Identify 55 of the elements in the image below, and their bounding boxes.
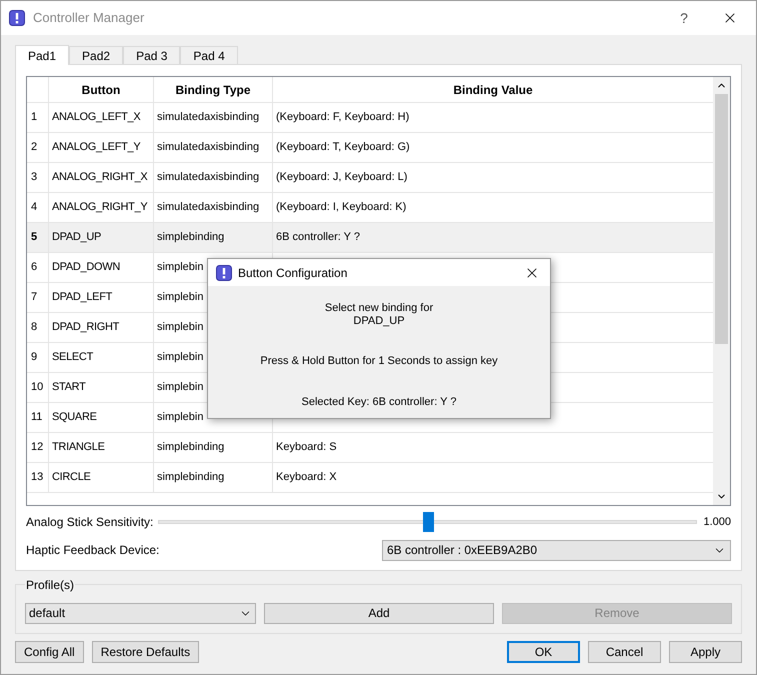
table-cell-text: ANALOG_RIGHT_Y xyxy=(52,200,148,216)
table-cell-text: ANALOG_LEFT_Y xyxy=(52,140,140,156)
table-cell-text: simulatedaxisbinding xyxy=(157,110,260,126)
row-number: 6 xyxy=(30,260,38,276)
table-cell-text: simplebinding xyxy=(157,230,224,246)
table-cell-text: 6B controller: Y ? xyxy=(276,230,360,246)
prompt-text: Select new binding for xyxy=(324,302,434,315)
instruction-text: Press & Hold Button for 1 Seconds to assign key xyxy=(260,354,498,369)
table-cell-text: (Keyboard: J, Keyboard: L) xyxy=(276,170,408,186)
row-number: 11 xyxy=(30,410,44,426)
table-cell-text: simulatedaxisbinding xyxy=(157,170,260,186)
row-number: 7 xyxy=(30,290,38,306)
dialog-title: Button Configuration xyxy=(238,264,348,282)
table-cell-text: Keyboard: S xyxy=(276,440,337,456)
table-cell-text: (Keyboard: F, Keyboard: H) xyxy=(276,110,410,126)
row-number: 12 xyxy=(30,440,44,456)
table-cell-text: DPAD_DOWN xyxy=(52,260,120,276)
table-cell-text: simplebin xyxy=(157,260,204,276)
row-number: 1 xyxy=(30,110,38,126)
row-number: 2 xyxy=(30,140,38,156)
table-cell-text: simplebin xyxy=(157,320,204,336)
table-cell-text: START xyxy=(52,380,86,396)
table-cell-text: (Keyboard: I, Keyboard: K) xyxy=(276,200,406,216)
table-cell-text: simplebin xyxy=(157,380,204,396)
haptic-label: Haptic Feedback Device: xyxy=(26,542,160,559)
row-number: 3 xyxy=(30,170,38,186)
table-cell-text: simplebin xyxy=(157,350,204,366)
table-cell-text: simplebinding xyxy=(157,470,224,486)
row-number: 5 xyxy=(30,230,38,246)
table-cell-text: SQUARE xyxy=(52,410,97,426)
sensitivity-value: 1.000 xyxy=(702,514,731,530)
row-number: 8 xyxy=(30,320,38,336)
table-cell-text: simplebin xyxy=(157,290,204,306)
table-cell-text: TRIANGLE xyxy=(52,440,105,456)
table-cell-text: ANALOG_LEFT_X xyxy=(52,110,140,126)
table-cell-text: DPAD_UP xyxy=(52,230,102,246)
sensitivity-label: Analog Stick Sensitivity: xyxy=(26,514,154,531)
table-cell-text: DPAD_RIGHT xyxy=(52,320,120,336)
row-number: 4 xyxy=(30,200,38,216)
table-cell-text: simulatedaxisbinding xyxy=(157,140,260,156)
table-cell-text: simplebinding xyxy=(157,440,224,456)
table-cell-text: ANALOG_RIGHT_X xyxy=(52,170,148,186)
row-number: 9 xyxy=(30,350,38,366)
table-cell-text: SELECT xyxy=(52,350,93,366)
table-cell-text: CIRCLE xyxy=(52,470,91,486)
table-cell-text: simulatedaxisbinding xyxy=(157,200,260,216)
window-title: Controller Manager xyxy=(33,9,144,28)
table-cell-text: Keyboard: X xyxy=(276,470,337,486)
table-cell-text: DPAD_LEFT xyxy=(52,290,112,306)
prompt-text: DPAD_UP xyxy=(353,315,405,328)
selected-key-text: Selected Key: 6B controller: Y ? xyxy=(302,394,456,410)
table-cell-text: (Keyboard: T, Keyboard: G) xyxy=(276,140,410,156)
row-number: 13 xyxy=(30,470,44,486)
table-cell-text: simplebin xyxy=(157,410,204,426)
row-number: 10 xyxy=(30,380,44,396)
